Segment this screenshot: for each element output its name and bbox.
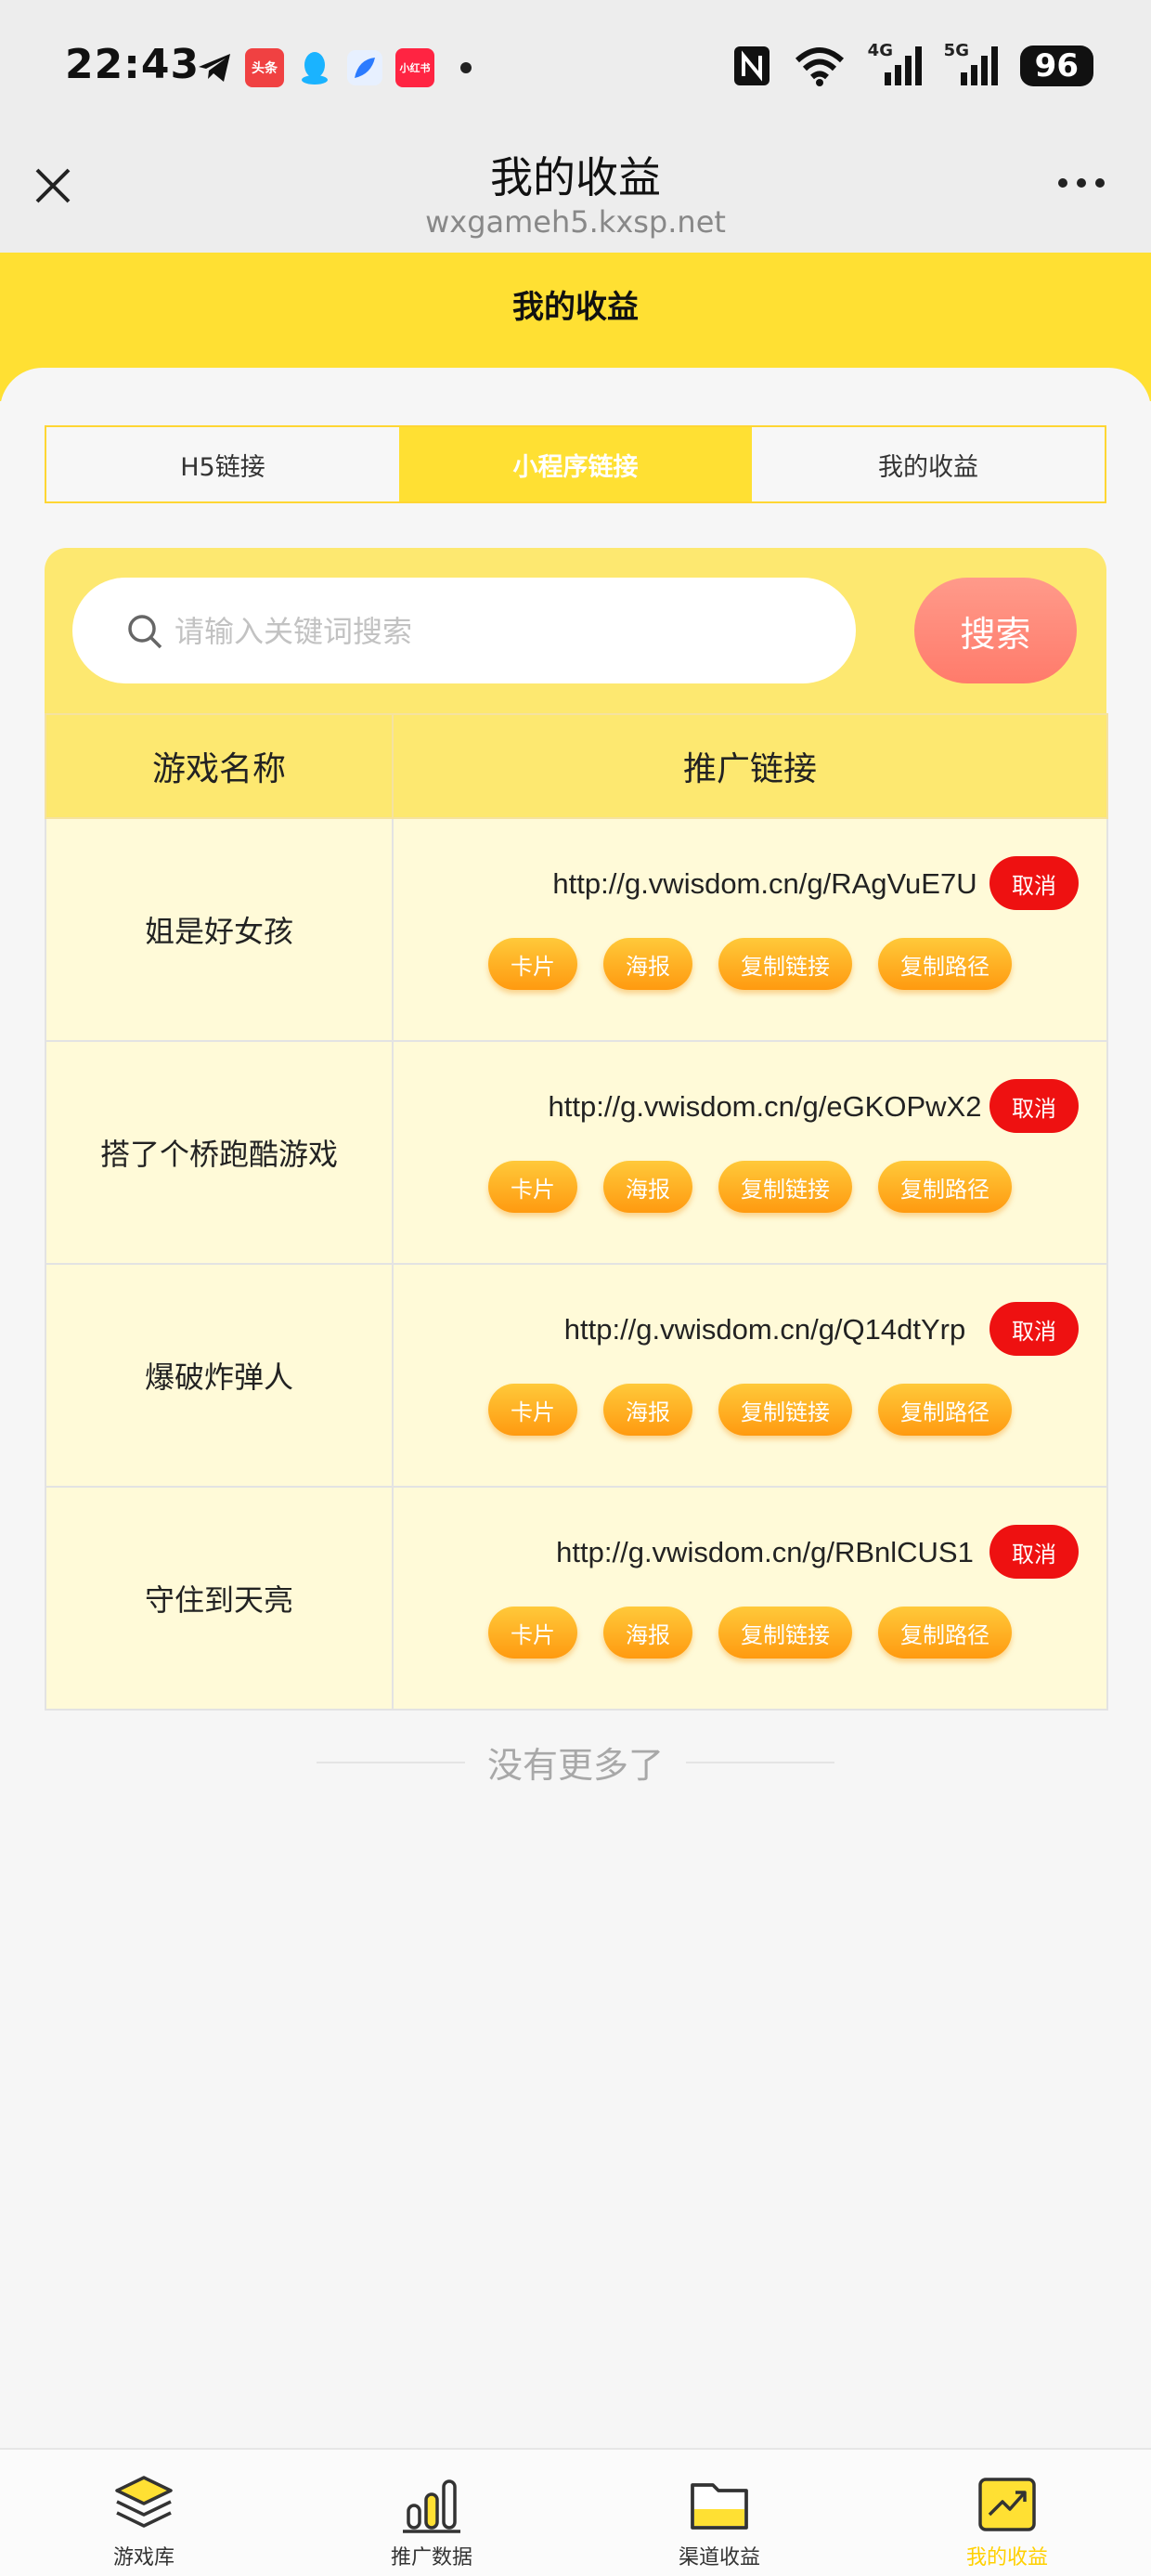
signal-4g-icon: 4G [868, 41, 922, 87]
table-row: 姐是好女孩 http://g.vwisdom.cn/g/RAgVuE7U 取消 … [45, 817, 1108, 1042]
toutiao-icon: 头条 [245, 48, 284, 87]
page-title: 我的收益 [512, 289, 639, 326]
network-4g-label: 4G [867, 41, 893, 60]
tab-my-earnings[interactable]: 我的收益 [752, 427, 1105, 501]
tab-miniprogram-link[interactable]: 小程序链接 [399, 427, 752, 501]
copy-link-button[interactable]: 复制链接 [718, 1161, 852, 1213]
divider [686, 1761, 834, 1763]
bottom-nav-game-library[interactable]: 游戏库 [0, 2450, 288, 2576]
nfc-icon [733, 46, 769, 85]
search-icon [128, 615, 162, 649]
game-name: 姐是好女孩 [45, 817, 394, 1042]
game-name: 守住到天亮 [45, 1486, 394, 1711]
action-buttons: 卡片 海报 复制链接 复制路径 [488, 1607, 1012, 1659]
game-name: 搭了个桥跑酷游戏 [45, 1040, 394, 1265]
table-row: 守住到天亮 http://g.vwisdom.cn/g/RBnlCUS1 取消 … [45, 1486, 1108, 1711]
promo-link-cell: http://g.vwisdom.cn/g/RAgVuE7U 取消 卡片 海报 … [392, 817, 1108, 1042]
bottom-nav-channel-earnings[interactable]: 渠道收益 [576, 2450, 863, 2576]
bottom-nav-label: 我的收益 [965, 2546, 1048, 2569]
signal-5g-icon: 5G [944, 41, 998, 87]
nav-url: wxgameh5.kxsp.net [425, 204, 726, 240]
notification-icons: 头条 小红书 [195, 48, 472, 87]
tab-bar: H5链接 小程序链接 我的收益 [45, 425, 1106, 503]
copy-link-button[interactable]: 复制链接 [718, 938, 852, 990]
action-buttons: 卡片 海报 复制链接 复制路径 [488, 1161, 1012, 1213]
network-5g-label: 5G [943, 41, 969, 60]
bottom-nav-label: 游戏库 [112, 2546, 175, 2569]
poster-button[interactable]: 海报 [603, 1161, 692, 1213]
copy-path-button[interactable]: 复制路径 [878, 938, 1012, 990]
end-of-list: 没有更多了 [0, 1737, 1151, 1788]
status-time: 22:43 [65, 41, 200, 88]
xiaohongshu-icon: 小红书 [395, 48, 434, 87]
poster-button[interactable]: 海报 [603, 938, 692, 990]
bottom-nav: 游戏库 推广数据 渠道收益 我的收益 [0, 2448, 1151, 2576]
copy-path-button[interactable]: 复制路径 [878, 1384, 1012, 1436]
action-buttons: 卡片 海报 复制链接 复制路径 [488, 938, 1012, 990]
status-right: 4G 5G 96 [732, 41, 1093, 87]
card-button[interactable]: 卡片 [488, 1384, 577, 1436]
cancel-button[interactable]: 取消 [989, 1079, 1079, 1133]
folder-icon [691, 2483, 748, 2530]
copy-path-button[interactable]: 复制路径 [878, 1607, 1012, 1659]
cancel-button[interactable]: 取消 [989, 856, 1079, 910]
feather-app-icon [347, 50, 382, 85]
bar-chart-icon [403, 2479, 460, 2533]
bottom-nav-promo-data[interactable]: 推广数据 [288, 2450, 576, 2576]
battery-level: 96 [1019, 46, 1093, 86]
table-row: 爆破炸弹人 http://g.vwisdom.cn/g/Q14dtYrp 取消 … [45, 1263, 1108, 1488]
promo-link-cell: http://g.vwisdom.cn/g/RBnlCUS1 取消 卡片 海报 … [392, 1486, 1108, 1711]
cancel-button[interactable]: 取消 [989, 1302, 1079, 1356]
link-table: 游戏名称 推广链接 姐是好女孩 http://g.vwisdom.cn/g/RA… [45, 713, 1108, 1711]
layers-icon [115, 2476, 173, 2528]
game-name: 爆破炸弹人 [45, 1263, 394, 1488]
status-bar: 22:43 头条 小红书 4G 5G 96 [0, 0, 1151, 139]
bottom-nav-label: 推广数据 [390, 2546, 472, 2569]
promo-link-cell: http://g.vwisdom.cn/g/Q14dtYrp 取消 卡片 海报 … [392, 1263, 1108, 1488]
bottom-nav-label: 渠道收益 [678, 2546, 760, 2569]
card-button[interactable]: 卡片 [488, 1161, 577, 1213]
card-button[interactable]: 卡片 [488, 938, 577, 990]
copy-link-button[interactable]: 复制链接 [718, 1384, 852, 1436]
qq-icon [302, 52, 328, 85]
more-notifications-dot [460, 62, 472, 73]
telegram-icon [199, 54, 230, 82]
no-more-text: 没有更多了 [486, 1745, 664, 1786]
column-header-promo-link: 推广链接 [392, 713, 1108, 819]
more-menu-icon[interactable] [1058, 178, 1105, 188]
copy-path-button[interactable]: 复制路径 [878, 1161, 1012, 1213]
table-header-row: 游戏名称 推广链接 [45, 713, 1108, 819]
cancel-button[interactable]: 取消 [989, 1525, 1079, 1579]
copy-link-button[interactable]: 复制链接 [718, 1607, 852, 1659]
poster-button[interactable]: 海报 [603, 1607, 692, 1659]
search-button[interactable]: 搜索 [914, 578, 1077, 683]
bottom-nav-my-earnings[interactable]: 我的收益 [863, 2450, 1151, 2576]
column-header-game-name: 游戏名称 [45, 713, 394, 819]
nav-title: 我的收益 [490, 152, 661, 202]
promo-link-cell: http://g.vwisdom.cn/g/eGKOPwX2 取消 卡片 海报 … [392, 1040, 1108, 1265]
poster-button[interactable]: 海报 [603, 1384, 692, 1436]
action-buttons: 卡片 海报 复制链接 复制路径 [488, 1384, 1012, 1436]
trend-chart-icon [978, 2478, 1036, 2531]
tab-h5-link[interactable]: H5链接 [46, 427, 399, 501]
card-button[interactable]: 卡片 [488, 1607, 577, 1659]
divider [316, 1761, 465, 1763]
wifi-icon [795, 47, 844, 86]
table-row: 搭了个桥跑酷游戏 http://g.vwisdom.cn/g/eGKOPwX2 … [45, 1040, 1108, 1265]
search-input[interactable] [173, 604, 826, 659]
